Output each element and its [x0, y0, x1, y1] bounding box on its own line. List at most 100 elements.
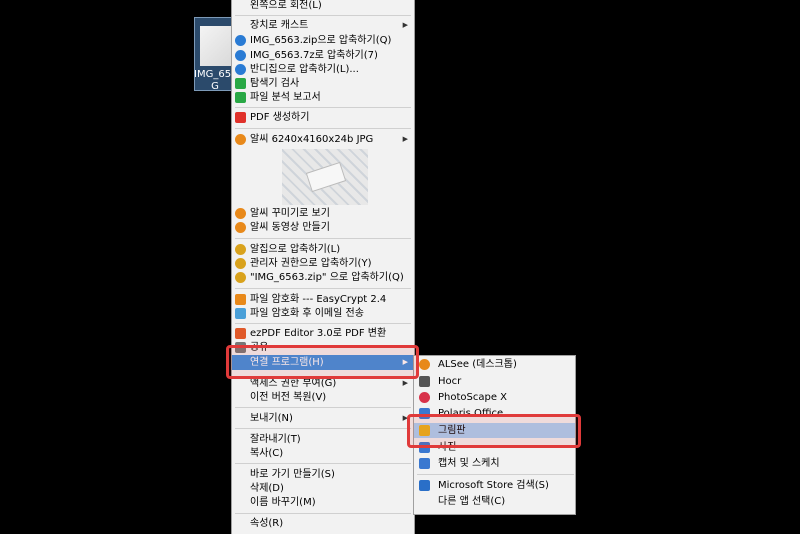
menu-item-alsee-info[interactable]: 알씨 6240x4160x24b JPG ▶	[232, 132, 414, 147]
snip-sketch-icon	[419, 458, 430, 469]
scan-icon	[235, 78, 246, 89]
pdf-icon	[235, 112, 246, 123]
menu-item-rename[interactable]: 이름 바꾸기(M)	[232, 495, 414, 510]
menu-separator	[235, 323, 411, 324]
ezpdf-icon	[235, 328, 246, 339]
desktop-file-img-6563[interactable]: IMG_6563 G	[194, 17, 236, 92]
menu-item-label: 알집으로 압축하기(L)	[250, 244, 341, 255]
alzip-admin-icon	[235, 258, 246, 269]
submenu-item-label: 캡처 및 스케치	[438, 458, 500, 469]
bandizip-7z-icon	[235, 50, 246, 61]
submenu-arrow-icon: ▶	[402, 135, 408, 143]
image-preview-thumbnail	[282, 149, 368, 205]
menu-item-label: PDF 생성하기	[250, 112, 310, 123]
file-label-continued: G	[211, 81, 219, 92]
menu-item-label: 잘라내기(T)	[250, 434, 301, 445]
menu-item-explorer-scan[interactable]: 탐색기 검사	[232, 76, 414, 91]
menu-item-label: 장치로 캐스트	[250, 20, 309, 31]
menu-separator	[235, 513, 411, 514]
submenu-item-store-search[interactable]: Microsoft Store 검색(S)	[414, 478, 575, 493]
menu-item-label: "IMG_6563.zip" 으로 압축하기(Q)	[250, 272, 404, 283]
menu-item-copy[interactable]: 복사(C)	[232, 446, 414, 461]
alzip-zip-icon	[235, 272, 246, 283]
menu-item-bandizip-7z[interactable]: IMG_6563.7z로 압축하기(7)	[232, 48, 414, 63]
submenu-arrow-icon: ▶	[402, 21, 408, 29]
menu-item-create-pdf[interactable]: PDF 생성하기	[232, 110, 414, 125]
context-menu: 왼쪽으로 회전(L) 장치로 캐스트 ▶ IMG_6563.zip으로 압축하기…	[231, 0, 415, 534]
menu-item-alsee-decorate[interactable]: 알씨 꾸미기로 보기	[232, 206, 414, 221]
store-icon	[419, 480, 430, 491]
menu-item-label: 바로 가기 만들기(S)	[250, 469, 335, 480]
alsee-decorate-icon	[235, 208, 246, 219]
report-icon	[235, 92, 246, 103]
menu-separator	[235, 15, 411, 16]
alsee-icon	[235, 134, 246, 145]
menu-item-label: IMG_6563.7z로 압축하기(7)	[250, 50, 378, 61]
menu-item-cast-to-device[interactable]: 장치로 캐스트 ▶	[232, 18, 414, 33]
menu-item-label: 보내기(N)	[250, 413, 293, 424]
menu-item-label: 반디집으로 압축하기(L)...	[250, 64, 359, 75]
easycrypt-mail-icon	[235, 308, 246, 319]
menu-item-label: 파일 분석 보고서	[250, 92, 321, 103]
menu-item-label: 알씨 꾸미기로 보기	[250, 208, 330, 219]
submenu-item-label: ALSee (데스크톱)	[438, 359, 517, 370]
menu-item-label: 삭제(D)	[250, 483, 284, 494]
bandizip-icon	[235, 64, 246, 75]
submenu-item-hocr[interactable]: Hocr	[414, 374, 575, 389]
menu-item-create-shortcut[interactable]: 바로 가기 만들기(S)	[232, 467, 414, 482]
submenu-item-label: Hocr	[438, 376, 462, 387]
menu-separator	[235, 128, 411, 129]
menu-item-alzip-compress[interactable]: 알집으로 압축하기(L)	[232, 242, 414, 257]
easycrypt-icon	[235, 294, 246, 305]
menu-item-label: IMG_6563.zip으로 압축하기(Q)	[250, 35, 392, 46]
menu-separator	[235, 407, 411, 408]
file-thumbnail	[200, 26, 232, 66]
menu-item-label: 왼쪽으로 회전(L)	[250, 0, 322, 11]
menu-item-ezpdf-convert[interactable]: ezPDF Editor 3.0로 PDF 변환	[232, 326, 414, 341]
menu-item-bandizip-zip[interactable]: IMG_6563.zip으로 압축하기(Q)	[232, 33, 414, 48]
menu-item-easycrypt[interactable]: 파일 암호화 --- EasyCrypt 2.4	[232, 292, 414, 307]
photoscape-icon	[419, 392, 430, 403]
menu-item-properties[interactable]: 속성(R)	[232, 516, 414, 531]
alzip-icon	[235, 244, 246, 255]
submenu-item-label: Microsoft Store 검색(S)	[438, 480, 549, 491]
hocr-icon	[419, 376, 430, 387]
submenu-item-snip-sketch[interactable]: 캡처 및 스케치	[414, 456, 575, 471]
menu-item-file-analysis-report[interactable]: 파일 분석 보고서	[232, 90, 414, 105]
menu-separator	[235, 238, 411, 239]
submenu-item-label: 다른 앱 선택(C)	[438, 496, 506, 507]
menu-separator	[235, 428, 411, 429]
menu-item-easycrypt-email[interactable]: 파일 암호화 후 이메일 전송	[232, 306, 414, 321]
menu-item-label: 알씨 6240x4160x24b JPG	[250, 134, 374, 145]
menu-item-label: 알씨 동영상 만들기	[250, 222, 330, 233]
menu-item-alzip-admin[interactable]: 관리자 권한으로 압축하기(Y)	[232, 256, 414, 271]
bandizip-zip-icon	[235, 35, 246, 46]
menu-item-label: 액세스 권한 부여(G)	[250, 378, 337, 389]
menu-item-label: 복사(C)	[250, 448, 284, 459]
menu-separator	[235, 288, 411, 289]
submenu-separator	[417, 474, 574, 475]
menu-item-label: 탐색기 검사	[250, 78, 300, 89]
menu-separator	[235, 463, 411, 464]
menu-item-alzip-zip[interactable]: "IMG_6563.zip" 으로 압축하기(Q)	[232, 270, 414, 285]
menu-item-restore-previous[interactable]: 이전 버전 복원(V)	[232, 390, 414, 405]
menu-item-alsee-video[interactable]: 알씨 동영상 만들기	[232, 220, 414, 235]
alsee-app-icon	[419, 359, 430, 370]
menu-item-label: 속성(R)	[250, 518, 284, 529]
menu-item-label: 이름 바꾸기(M)	[250, 497, 316, 508]
submenu-item-photoscape-x[interactable]: PhotoScape X	[414, 390, 575, 405]
submenu-item-alsee[interactable]: ALSee (데스크톱)	[414, 357, 575, 372]
menu-item-cut[interactable]: 잘라내기(T)	[232, 432, 414, 447]
alsee-video-icon	[235, 222, 246, 233]
annotation-highlight-open-with	[226, 345, 419, 379]
menu-item-bandizip[interactable]: 반디집으로 압축하기(L)...	[232, 62, 414, 77]
submenu-item-label: PhotoScape X	[438, 392, 508, 403]
menu-item-send-to[interactable]: 보내기(N) ▶	[232, 411, 414, 426]
menu-item-label: 관리자 권한으로 압축하기(Y)	[250, 258, 372, 269]
menu-item-delete[interactable]: 삭제(D)	[232, 481, 414, 496]
menu-item-label: ezPDF Editor 3.0로 PDF 변환	[250, 328, 387, 339]
submenu-item-choose-another-app[interactable]: 다른 앱 선택(C)	[414, 494, 575, 509]
menu-item-label: 파일 암호화 --- EasyCrypt 2.4	[250, 294, 387, 305]
menu-item-label: 파일 암호화 후 이메일 전송	[250, 308, 364, 319]
menu-item-rotate-left[interactable]: 왼쪽으로 회전(L)	[232, 0, 414, 13]
